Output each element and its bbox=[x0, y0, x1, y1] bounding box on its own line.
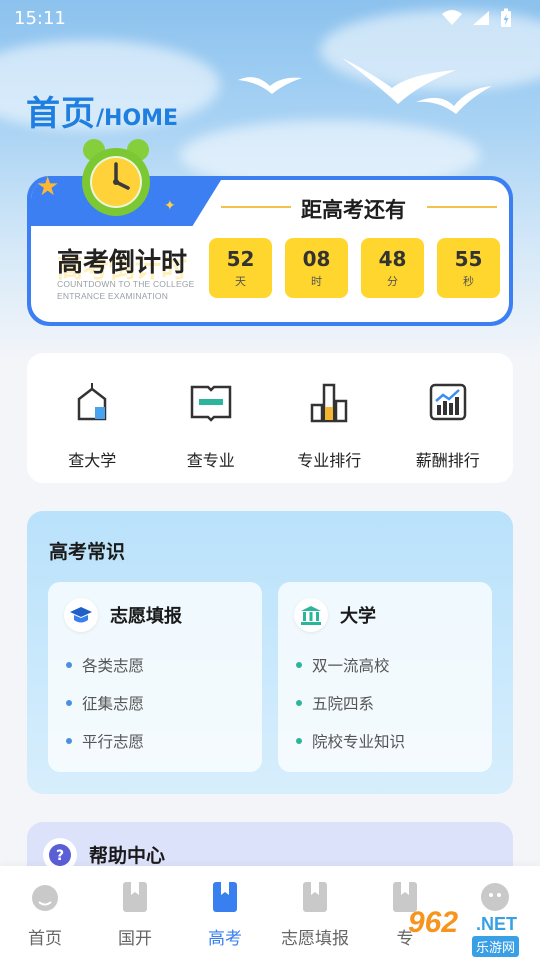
list-item[interactable]: 院校专业知识 bbox=[294, 722, 476, 760]
countdown-minutes: 48 分 bbox=[361, 238, 424, 298]
list-item[interactable]: 各类志愿 bbox=[64, 646, 246, 684]
countdown-seconds: 55 秒 bbox=[437, 238, 500, 298]
alarm-clock-icon bbox=[82, 139, 150, 216]
deco-line-left bbox=[221, 206, 291, 208]
trend-chart-icon bbox=[429, 383, 466, 421]
countdown-hours: 08 时 bbox=[285, 238, 348, 298]
tab-home[interactable]: 首页 bbox=[0, 880, 90, 960]
svg-text:?: ? bbox=[56, 848, 64, 864]
battery-icon bbox=[501, 8, 511, 27]
status-time: 15:11 bbox=[14, 7, 66, 29]
countdown-boxes: 52 天 08 时 48 分 55 秒 bbox=[209, 238, 500, 298]
star-icon: ★ bbox=[36, 172, 60, 202]
university-icon bbox=[78, 383, 107, 421]
bookmark-icon bbox=[300, 880, 330, 914]
institution-icon bbox=[294, 598, 328, 632]
tool-salary-ranking[interactable]: 薪酬排行 bbox=[393, 379, 503, 483]
bookmark-icon bbox=[120, 880, 150, 914]
book-icon bbox=[190, 385, 231, 422]
graduation-cap-icon bbox=[64, 598, 98, 632]
deco-line-right bbox=[427, 206, 497, 208]
countdown-subtitle: 距高考还有 bbox=[301, 198, 406, 222]
list-item[interactable]: 平行志愿 bbox=[64, 722, 246, 760]
wifi-icon bbox=[442, 10, 462, 25]
tab-gaokao[interactable]: 高考 bbox=[180, 880, 270, 960]
tool-university[interactable]: 查大学 bbox=[37, 379, 147, 483]
bookmark-icon bbox=[210, 880, 240, 914]
bird-decoration bbox=[416, 86, 492, 114]
bar-chart-icon bbox=[311, 383, 348, 423]
countdown-days: 52 天 bbox=[209, 238, 272, 298]
page-title-zh: 首页 bbox=[26, 94, 96, 134]
tab-volunteer[interactable]: 志愿填报 bbox=[270, 880, 360, 960]
knowledge-section: 高考常识 志愿填报 各类志愿 征集志愿 平行志愿 大学 双一流高校 五院四系 院… bbox=[27, 511, 513, 794]
countdown-en-caption: COUNTDOWN TO THE COLLEGE ENTRANCE EXAMIN… bbox=[57, 279, 195, 301]
page-title: 首页 /HOME bbox=[26, 86, 178, 135]
site-watermark-logo: 962 .NET 乐游网 bbox=[408, 906, 520, 957]
star-icon: ✦ bbox=[164, 198, 176, 214]
knowledge-card-volunteer[interactable]: 志愿填报 各类志愿 征集志愿 平行志愿 bbox=[48, 582, 262, 772]
list-item[interactable]: 双一流高校 bbox=[294, 646, 476, 684]
tab-guokai[interactable]: 国开 bbox=[90, 880, 180, 960]
knowledge-title: 高考常识 bbox=[49, 541, 126, 563]
list-item[interactable]: 五院四系 bbox=[294, 684, 476, 722]
tool-major[interactable]: 查专业 bbox=[156, 379, 266, 483]
list-item[interactable]: 征集志愿 bbox=[64, 684, 246, 722]
knowledge-card-university[interactable]: 大学 双一流高校 五院四系 院校专业知识 bbox=[278, 582, 492, 772]
help-center-title: 帮助中心 bbox=[89, 845, 166, 867]
status-bar: 15:11 bbox=[0, 0, 540, 36]
signal-icon bbox=[473, 11, 489, 25]
page-title-en: /HOME bbox=[96, 106, 179, 131]
countdown-title: 高考倒计时 bbox=[57, 248, 188, 278]
home-icon bbox=[30, 880, 60, 914]
bird-decoration bbox=[238, 77, 302, 94]
tool-major-ranking[interactable]: 专业排行 bbox=[274, 379, 384, 483]
quick-tools: 查大学 查专业 专业排行 薪酬排行 bbox=[27, 353, 513, 483]
